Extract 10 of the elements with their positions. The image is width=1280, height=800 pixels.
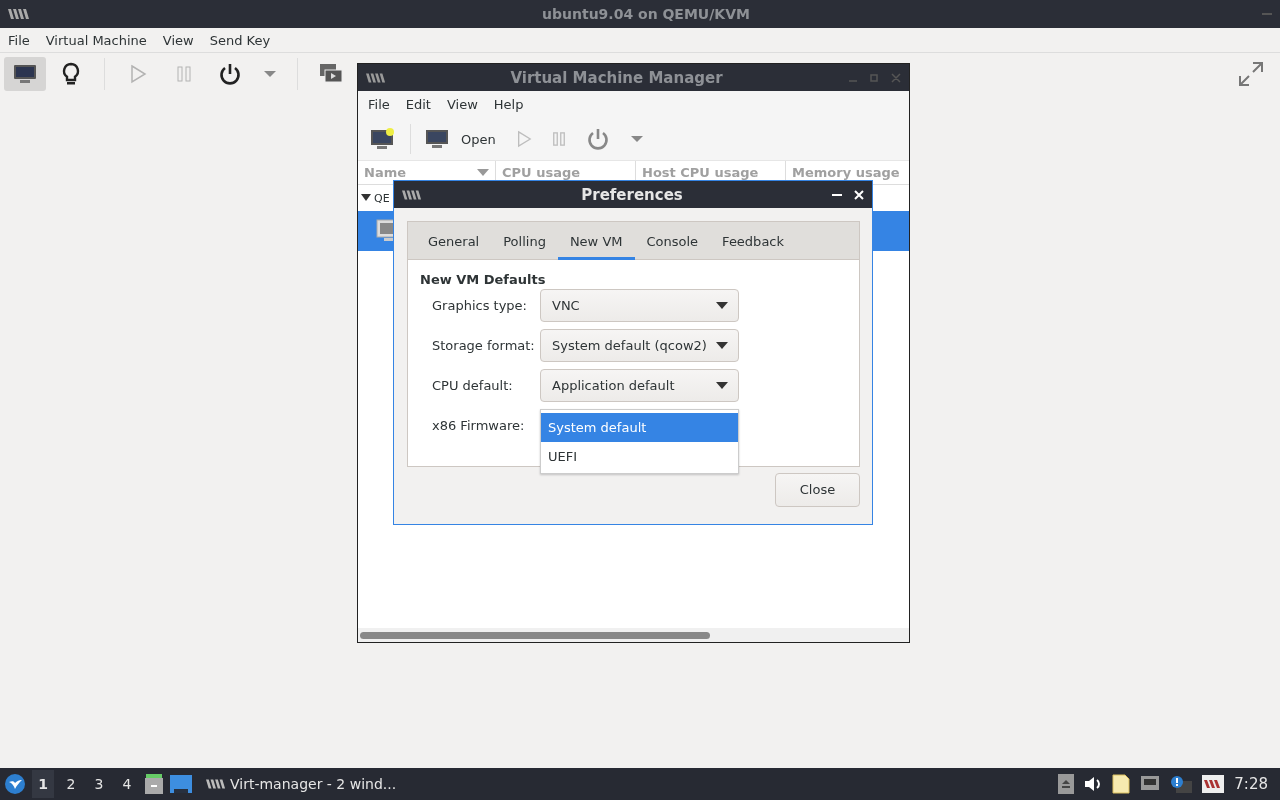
field-label: x86 Firmware: bbox=[432, 418, 526, 433]
field-label: CPU default: bbox=[432, 378, 514, 393]
section-heading: New VM Defaults bbox=[420, 272, 547, 287]
window-title: ubuntu9.04 on QEMU/KVM bbox=[541, 6, 751, 22]
dialog-title: Preferences bbox=[580, 185, 684, 204]
field-label: Graphics type: bbox=[432, 298, 528, 313]
group-label: QE bbox=[374, 191, 390, 205]
field-label: Storage format: bbox=[432, 338, 536, 353]
task-label: Virt-manager - 2 wind... bbox=[230, 776, 397, 792]
window-title: Virtual Machine Manager bbox=[509, 68, 724, 87]
